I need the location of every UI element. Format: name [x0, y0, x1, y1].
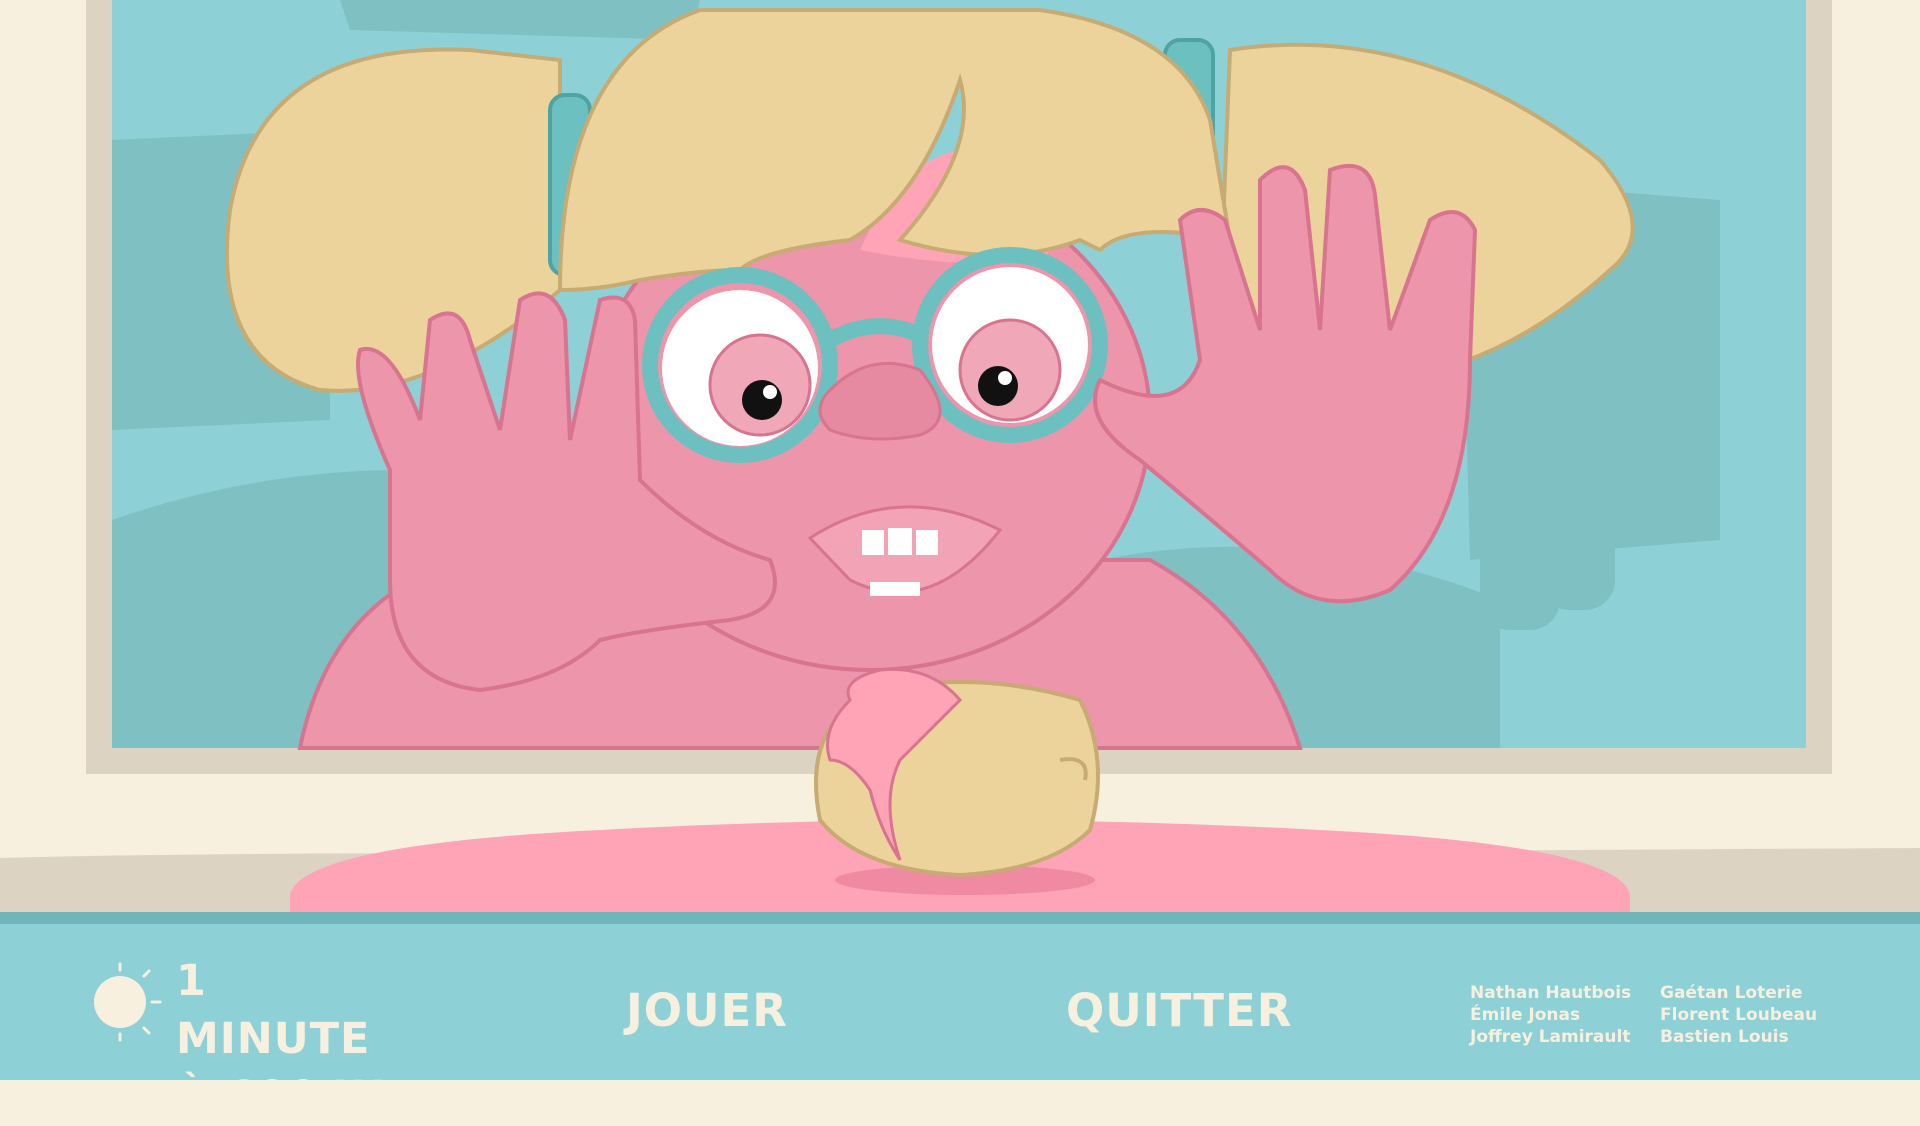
credit-name: Florent Loubeau: [1660, 1005, 1818, 1025]
credits-column-2: Gaétan Loterie Florent Loubeau Bastien L…: [1660, 982, 1817, 1048]
sun-icon: [94, 962, 162, 1042]
game-illustration: [0, 0, 1920, 920]
quit-button[interactable]: QUITTER: [1066, 976, 1292, 1046]
play-button[interactable]: JOUER: [626, 976, 788, 1046]
game-logo: 1 MINUTE À 600 W.: [86, 952, 416, 1122]
credit-name: Joffrey Lamirault: [1470, 1027, 1631, 1047]
main-menu-bar: 1 MINUTE À 600 W. JOUER QUITTER Nathan Ha…: [0, 912, 1920, 1122]
hair-bun: [814, 667, 1100, 878]
credit-name: Nathan Hautbois: [1470, 983, 1632, 1003]
logo-line-1: 1 MINUTE: [176, 956, 371, 1064]
logo-title: 1 MINUTE À 600 W.: [176, 952, 416, 1126]
credit-name: Gaétan Loterie: [1660, 983, 1803, 1003]
credit-name: Bastien Louis: [1660, 1027, 1789, 1047]
credits-column-1: Nathan Hautbois Émile Jonas Joffrey Lami…: [1470, 982, 1631, 1048]
credit-name: Émile Jonas: [1470, 1005, 1581, 1025]
